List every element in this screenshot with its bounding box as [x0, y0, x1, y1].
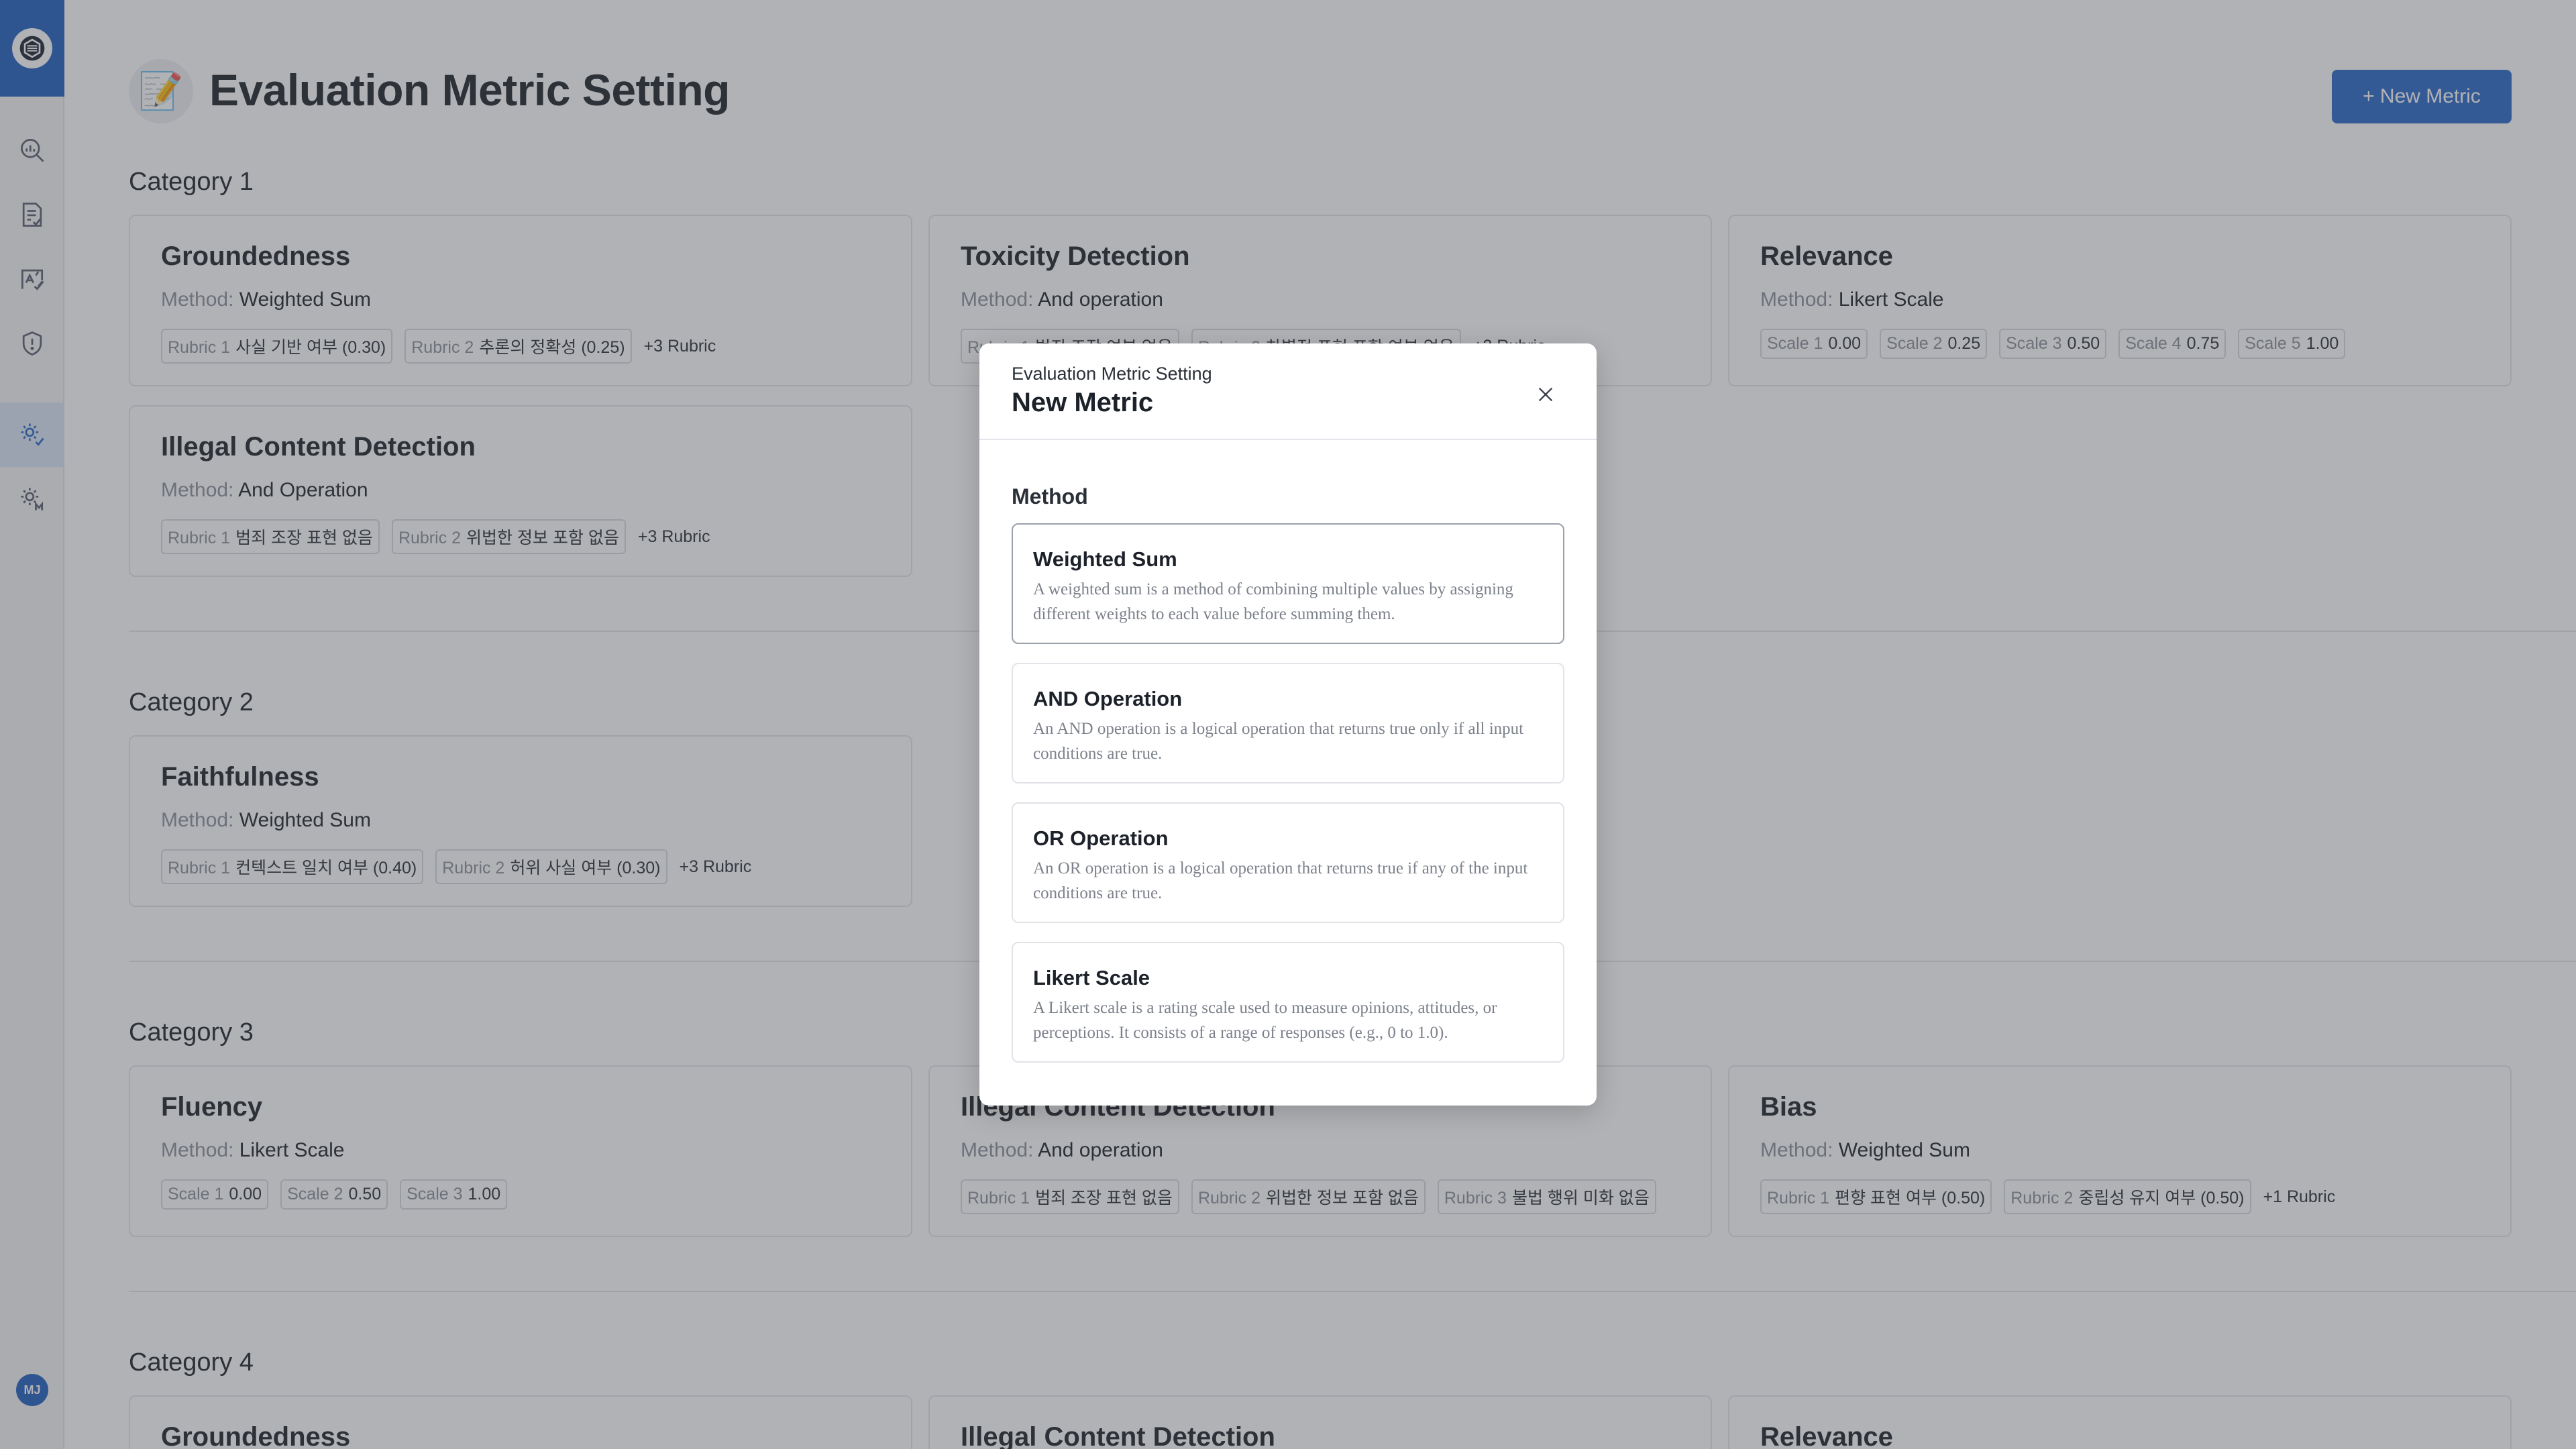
option-title: OR Operation: [1033, 826, 1169, 850]
method-option-weighted-sum[interactable]: Weighted Sum A weighted sum is a method …: [1012, 523, 1564, 644]
modal-subtitle: Evaluation Metric Setting: [1012, 364, 1212, 384]
option-description: An AND operation is a logical operation …: [1033, 720, 1524, 763]
option-title: Weighted Sum: [1033, 547, 1177, 571]
close-icon[interactable]: [1529, 378, 1562, 411]
method-option-likert-scale[interactable]: Likert Scale A Likert scale is a rating …: [1012, 942, 1564, 1063]
method-option-and-operation[interactable]: AND Operation An AND operation is a logi…: [1012, 663, 1564, 784]
option-description: A weighted sum is a method of combining …: [1033, 580, 1513, 623]
option-title: AND Operation: [1033, 687, 1183, 710]
method-option-or-operation[interactable]: OR Operation An OR operation is a logica…: [1012, 802, 1564, 923]
modal-title: New Metric: [1012, 388, 1154, 417]
new-metric-modal: Evaluation Metric Setting New Metric Met…: [979, 343, 1597, 1106]
modal-header: Evaluation Metric Setting New Metric: [979, 343, 1597, 440]
option-title: Likert Scale: [1033, 966, 1150, 989]
method-label: Method: [1012, 484, 1088, 508]
option-description: A Likert scale is a rating scale used to…: [1033, 999, 1497, 1042]
option-description: An OR operation is a logical operation t…: [1033, 859, 1528, 902]
